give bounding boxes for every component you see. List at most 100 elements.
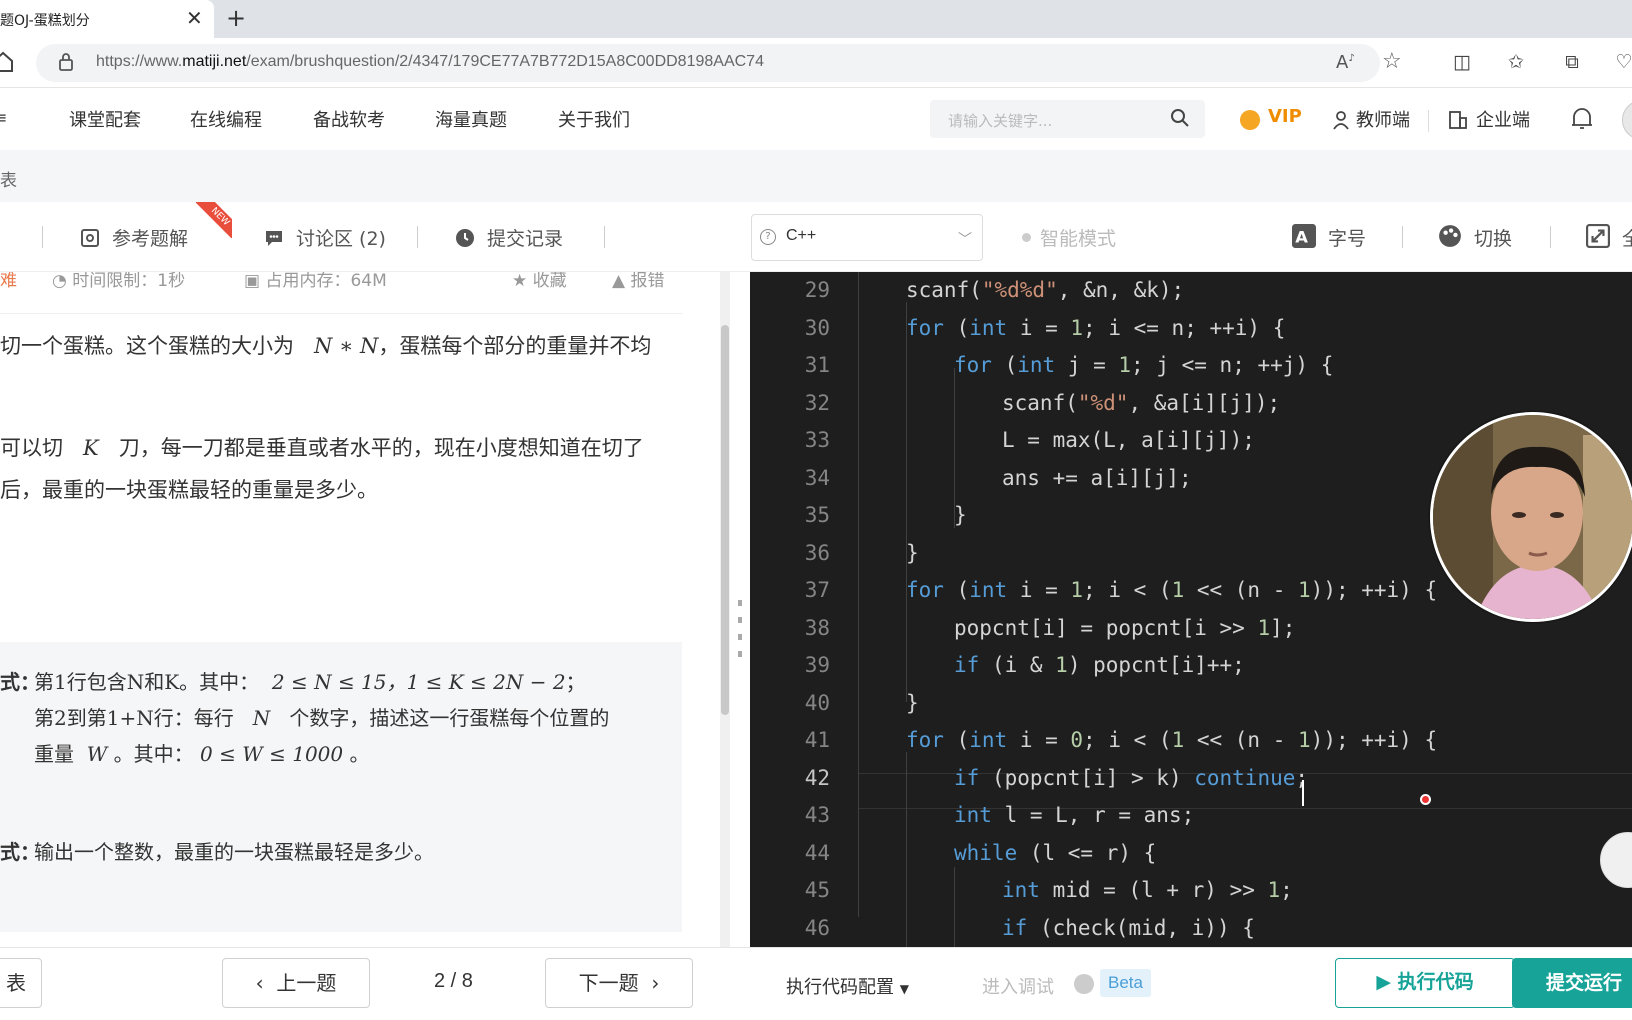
code-line: int mid = (l + r) >> 1; xyxy=(1002,878,1293,902)
problem-desc-line-1: 切一个蛋糕。这个蛋糕的大小为 N ∗ N，蛋糕每个部分的重量并不均 xyxy=(0,334,652,358)
warning-icon: ▲ xyxy=(612,272,631,291)
url-bar[interactable]: https://www.matiji.net/exam/brushquestio… xyxy=(36,44,1402,82)
theme-switch-button[interactable]: 切换 xyxy=(1438,224,1512,251)
page-indicator: 2 / 8 xyxy=(434,970,473,992)
shield-icon xyxy=(1074,974,1094,994)
nav-item-about[interactable]: 关于我们 xyxy=(558,106,630,132)
search-input[interactable]: 请输入关键字... xyxy=(930,100,1205,138)
enterprise-link[interactable]: 企业端 xyxy=(1476,106,1530,132)
breakpoint-marker xyxy=(1420,794,1431,805)
smart-mode-toggle[interactable]: 智能模式 xyxy=(1040,224,1116,251)
line-number: 38 xyxy=(804,615,830,640)
close-tab-icon[interactable]: ✕ xyxy=(186,6,203,30)
url-text: https://www.matiji.net/exam/brushquestio… xyxy=(96,53,764,70)
code-line: if (check(mid, i)) { xyxy=(1002,915,1255,940)
code-line: for (int i = 1; i < (1 << (n - 1)); ++i)… xyxy=(906,578,1438,602)
teacher-icon xyxy=(1333,111,1349,130)
fullscreen-button[interactable]: 全 xyxy=(1586,224,1632,251)
nav-item-classroom[interactable]: 课堂配套 xyxy=(69,106,141,132)
vip-link[interactable]: VIP xyxy=(1268,106,1302,127)
next-question-button[interactable]: 下一题 › xyxy=(545,958,693,1008)
help-icon: ? xyxy=(760,229,776,245)
indent-guide xyxy=(906,632,907,702)
language-select[interactable]: ? C++ ﹀ xyxy=(751,214,983,261)
line-number: 29 xyxy=(804,278,830,302)
divider xyxy=(1402,226,1403,248)
indent-guide xyxy=(906,752,907,947)
vip-crown-icon xyxy=(1240,110,1260,130)
run-code-button[interactable]: ▶ 执行代码 xyxy=(1335,958,1515,1008)
font-icon: A xyxy=(1292,224,1316,248)
chevron-left-icon: ‹ xyxy=(255,971,277,995)
panel-splitter[interactable] xyxy=(730,272,750,947)
difficulty-label: 难 xyxy=(0,272,17,291)
memory-icon: ▣ xyxy=(244,272,266,291)
search-icon[interactable] xyxy=(1170,108,1190,128)
scrollbar-thumb[interactable] xyxy=(721,325,729,715)
font-size-button[interactable]: A 字号 xyxy=(1292,224,1366,251)
webcam-overlay xyxy=(1430,412,1632,622)
line-number: 41 xyxy=(804,728,830,752)
bell-icon[interactable] xyxy=(1570,106,1594,132)
clock-icon xyxy=(456,229,474,247)
output-format-line: 输出一个整数，最重的一块蛋糕最轻是多少。 xyxy=(34,840,434,864)
breadcrumb: 表 xyxy=(0,150,1632,202)
debug-button[interactable]: 进入调试 xyxy=(982,973,1054,999)
star-icon[interactable]: ☆ xyxy=(1382,49,1402,74)
nav-item-exam-prep[interactable]: 备战软考 xyxy=(313,106,385,132)
breadcrumb-item[interactable]: 表 xyxy=(0,166,17,191)
code-line: int l = L, r = ans; xyxy=(954,803,1195,827)
line-number: 42 xyxy=(804,765,830,790)
text-cursor xyxy=(1302,780,1304,806)
exec-config-dropdown[interactable]: 执行代码配置 ▼ xyxy=(786,973,909,999)
tab-title: 题OJ-蛋糕划分 xyxy=(0,13,90,29)
line-number: 35 xyxy=(804,503,830,527)
code-line: while (l <= r) { xyxy=(954,840,1157,865)
read-aloud-icon[interactable]: A♪ xyxy=(1336,52,1355,73)
split-screen-icon[interactable]: ◫ xyxy=(1450,50,1474,74)
prev-question-button[interactable]: ‹ 上一题 xyxy=(222,958,370,1008)
line-number: 36 xyxy=(804,540,830,565)
enterprise-icon xyxy=(1449,111,1467,129)
caret-down-icon: ▼ xyxy=(899,982,909,996)
line-number: 40 xyxy=(804,690,830,715)
indent-guide xyxy=(954,867,955,947)
new-badge: NEW xyxy=(196,202,232,238)
input-format-line-2: 第2到第1+N行：每行 N 个数字，描述这一行蛋糕每个位置的 xyxy=(34,706,610,730)
avatar[interactable] xyxy=(1622,100,1632,140)
line-number: 45 xyxy=(804,878,830,902)
new-tab-icon[interactable]: + xyxy=(226,4,246,32)
divider xyxy=(417,226,418,248)
indent-guide xyxy=(906,302,907,682)
divider xyxy=(604,226,605,248)
extensions-icon[interactable]: ♡ xyxy=(1612,50,1632,74)
back-to-list-button[interactable]: 表 xyxy=(0,958,42,1008)
nav-item-online-coding[interactable]: 在线编程 xyxy=(190,106,262,132)
format-section: 式： 第1行包含N和K。其中： 2 ≤ N ≤ 15，1 ≤ K ≤ 2N − … xyxy=(0,642,682,932)
home-icon[interactable] xyxy=(0,51,14,73)
line-number: 30 xyxy=(804,315,830,340)
submit-button[interactable]: 提交运行 xyxy=(1512,958,1632,1008)
divider xyxy=(1428,110,1429,132)
browser-tab[interactable]: 题OJ-蛋糕划分 ✕ xyxy=(0,0,214,38)
favorites-icon[interactable]: ✩ xyxy=(1504,50,1528,74)
input-format-line-3: 重量 W 。其中： 0 ≤ W ≤ 1000 。 xyxy=(34,742,370,766)
favorite-button[interactable]: ★ 收藏 xyxy=(512,272,567,291)
line-number: 31 xyxy=(804,353,830,377)
indent-guide xyxy=(954,368,955,528)
report-button[interactable]: ▲ 报错 xyxy=(612,272,664,291)
tab-discussion[interactable]: 讨论区 (2) xyxy=(264,224,386,251)
line-number: 46 xyxy=(804,915,830,940)
line-number: 43 xyxy=(804,803,830,827)
code-line: ans += a[i][j]; xyxy=(1002,465,1192,490)
divider xyxy=(42,226,43,248)
divider xyxy=(0,313,682,314)
nav-item-questions[interactable]: 海量真题 xyxy=(435,106,507,132)
tab-reference-solution[interactable]: 参考题解 xyxy=(80,224,188,251)
collections-icon[interactable]: ⧉ xyxy=(1560,50,1584,74)
time-limit: ◔ 时间限制：1秒 xyxy=(52,272,186,291)
teacher-link[interactable]: 教师端 xyxy=(1356,106,1410,132)
tab-submissions[interactable]: 提交记录 xyxy=(455,224,563,251)
problem-desc-line-3: 后，最重的一块蛋糕最轻的重量是多少。 xyxy=(0,478,378,502)
menu-icon[interactable]: ≡ xyxy=(0,108,7,127)
